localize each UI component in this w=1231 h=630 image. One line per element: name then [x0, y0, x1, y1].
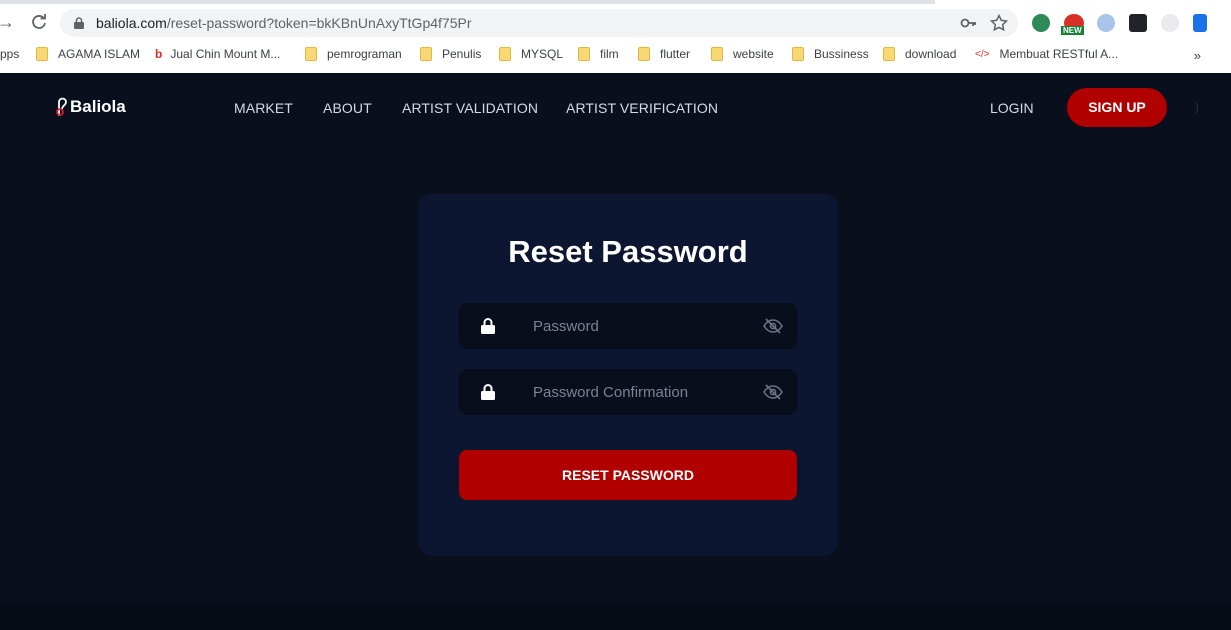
bookmark-folder[interactable]: website — [711, 44, 774, 64]
bookmark-folder[interactable]: AGAMA ISLAM — [36, 44, 140, 64]
bookmark-folder[interactable]: Penulis — [420, 44, 481, 64]
reload-icon[interactable] — [29, 12, 49, 32]
browser-chrome: → baliola.com/reset-password?token=bkKBn… — [0, 0, 1231, 73]
key-icon[interactable] — [960, 14, 978, 32]
footer — [0, 603, 1231, 630]
folder-icon — [638, 47, 650, 61]
site-favicon-icon: b — [155, 47, 163, 61]
site-logo[interactable]: Baliola — [55, 96, 126, 118]
lock-icon — [481, 384, 495, 400]
bookmark-label: download — [905, 47, 957, 61]
bookmark-code[interactable]: </> Membuat RESTful A... — [975, 44, 1118, 64]
password-confirmation-field — [459, 369, 797, 415]
folder-icon — [578, 47, 590, 61]
folder-icon — [420, 47, 432, 61]
bookmark-folder[interactable]: download — [883, 44, 956, 64]
folder-icon — [711, 47, 723, 61]
extension-shield-icon[interactable] — [1097, 14, 1115, 32]
extension-react-icon[interactable] — [1129, 14, 1147, 32]
url-host: baliola.com — [96, 15, 167, 31]
star-icon[interactable] — [990, 14, 1008, 32]
folder-icon — [499, 47, 511, 61]
nav-artist-verification[interactable]: ARTIST VERIFICATION — [566, 100, 718, 116]
login-link[interactable]: LOGIN — [990, 100, 1034, 116]
code-icon: </> — [975, 48, 990, 60]
baliola-logo-icon — [56, 97, 67, 116]
address-bar[interactable]: baliola.com/reset-password?token=bkKBnUn… — [60, 9, 1018, 37]
bookmark-folder[interactable]: MYSQL — [499, 44, 563, 64]
bookmark-label: Penulis — [442, 47, 482, 61]
nav-market[interactable]: MARKET — [234, 100, 293, 116]
extension-clock-icon[interactable] — [1161, 14, 1179, 32]
bookmarks-bar: pps AGAMA ISLAM b Jual Chin Mount M... pe… — [0, 40, 1231, 68]
bookmark-apps[interactable]: pps — [0, 44, 19, 64]
new-badge: NEW — [1061, 26, 1084, 35]
bookmark-label: film — [600, 47, 619, 61]
signup-button[interactable]: SIGN UP — [1067, 88, 1167, 127]
extension-phone-icon[interactable] — [1193, 14, 1207, 32]
bookmark-label: Membuat RESTful A... — [999, 47, 1119, 61]
bookmark-label: website — [733, 47, 774, 61]
password-field — [459, 303, 797, 349]
folder-icon — [792, 47, 804, 61]
bookmark-folder[interactable]: pemrograman — [305, 44, 402, 64]
url-path: /reset-password?token=bkKBnUnAxyTtGp4f75… — [166, 15, 472, 31]
folder-icon — [883, 47, 895, 61]
nav-about[interactable]: ABOUT — [323, 100, 372, 116]
url-text: baliola.com/reset-password?token=bkKBnUn… — [96, 15, 471, 31]
bookmark-label: AGAMA ISLAM — [58, 47, 141, 61]
eye-off-icon[interactable] — [763, 383, 783, 401]
password-input[interactable] — [533, 303, 743, 349]
bookmark-label: Bussiness — [814, 47, 869, 61]
theme-toggle[interactable] — [1192, 101, 1198, 115]
bookmark-label: pemrograman — [327, 47, 402, 61]
bookmark-folder[interactable]: Bussiness — [792, 44, 869, 64]
bookmark-label: MYSQL — [521, 47, 564, 61]
password-confirmation-input[interactable] — [533, 369, 743, 415]
nav-artist-validation[interactable]: ARTIST VALIDATION — [402, 100, 538, 116]
reset-password-button[interactable]: RESET PASSWORD — [459, 450, 797, 500]
eye-off-icon[interactable] — [763, 317, 783, 335]
browser-toolbar: → baliola.com/reset-password?token=bkKBn… — [0, 4, 1231, 40]
site-page: Baliola MARKET ABOUT ARTIST VALIDATION A… — [0, 73, 1231, 630]
bookmark-label: flutter — [660, 47, 691, 61]
folder-icon — [305, 47, 317, 61]
bookmark-folder[interactable]: film — [578, 44, 619, 64]
page-title: Reset Password — [508, 234, 748, 269]
bookmarks-overflow-button[interactable]: » — [1194, 48, 1201, 63]
bookmark-label: pps — [0, 47, 20, 61]
folder-icon — [36, 47, 48, 61]
logo-text: Baliola — [70, 97, 126, 116]
bookmark-label: Jual Chin Mount M... — [170, 47, 281, 61]
bookmark-folder[interactable]: flutter — [638, 44, 690, 64]
lock-icon — [481, 318, 495, 334]
bookmark-site[interactable]: b Jual Chin Mount M... — [155, 44, 280, 64]
forward-arrow-icon[interactable]: → — [0, 12, 16, 32]
lock-icon — [74, 17, 84, 29]
extension-globe-icon[interactable] — [1032, 14, 1050, 32]
reset-password-card: Reset Password RESET PASSWORD — [418, 194, 838, 556]
